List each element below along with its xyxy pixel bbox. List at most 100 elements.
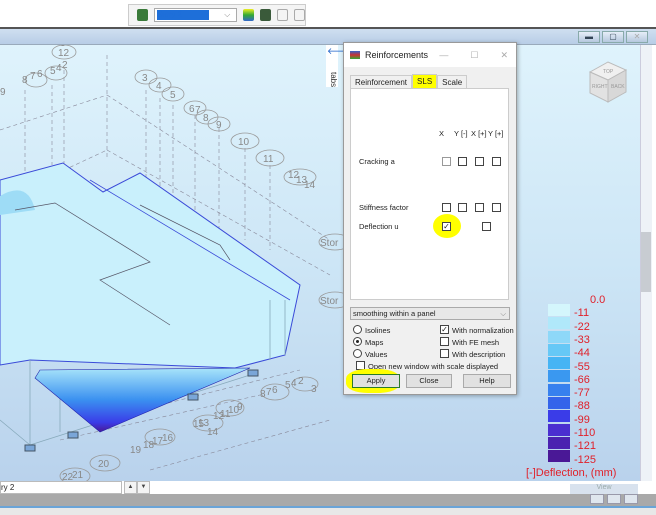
legend-swatch — [548, 436, 570, 449]
story-color-icon[interactable] — [243, 9, 255, 21]
story-select[interactable]: Story 2 ⌵ — [153, 8, 238, 22]
stiffness-y-minus-checkbox[interactable] — [458, 203, 467, 212]
view-cube-right: BACK — [611, 84, 625, 90]
deflection-y-checkbox[interactable] — [482, 222, 491, 231]
view-cube-top: TOP — [603, 69, 614, 75]
apply-button[interactable]: Apply — [352, 374, 400, 388]
radio-label: Isolines — [365, 326, 391, 335]
grid-label: 9 — [237, 402, 243, 413]
cracking-y-plus-checkbox[interactable] — [492, 157, 501, 166]
story-help-icon[interactable] — [260, 9, 271, 21]
legend-swatch — [548, 397, 570, 410]
grid-label: 21 — [72, 470, 84, 481]
stiffness-y-plus-checkbox[interactable] — [492, 203, 501, 212]
display-icon[interactable] — [607, 494, 621, 504]
grid-label: 8 — [22, 75, 28, 86]
legend-swatch — [548, 450, 570, 463]
minimize-button[interactable]: ▬ — [578, 31, 600, 43]
maximize-icon[interactable]: ☐ — [470, 50, 478, 61]
reinforcement-icon — [350, 51, 360, 59]
legend-value: -88 — [574, 400, 590, 413]
isolines-radio[interactable] — [353, 325, 362, 334]
close-dialog-button[interactable]: Close — [406, 374, 452, 388]
reinforcements-dialog: Reinforcements — ☐ ✕ Reinforcement SLS Sca… — [343, 42, 517, 395]
column-header: X [+] — [471, 129, 487, 138]
story-up-icon[interactable] — [293, 9, 305, 21]
grid-label: 5 — [170, 90, 176, 101]
3d-view[interactable]: 3 12 8 7 6 5 4 2 9 3 4 5 6 7 8 9 10 11 1… — [0, 38, 640, 485]
grid-label: 2 — [62, 60, 68, 71]
grid-label: 14 — [304, 180, 316, 191]
dialog-titlebar: Reinforcements — ☐ ✕ — [344, 43, 516, 67]
story-icon[interactable] — [137, 9, 148, 21]
story-down-icon[interactable] — [276, 9, 288, 21]
column-header: Y [+] — [488, 129, 504, 138]
row-label: Cracking a — [359, 157, 395, 166]
grid-label: 7 — [30, 71, 36, 82]
deflection-x-checkbox[interactable]: ✓ — [442, 222, 451, 231]
smoothing-select[interactable]: smoothing within a panel ⌵ — [350, 307, 510, 320]
story-field[interactable]: ry 2 — [0, 481, 122, 494]
maximize-button[interactable]: ▢ — [602, 31, 624, 43]
legend-swatch — [548, 343, 570, 356]
legend-swatch — [548, 357, 570, 370]
legend-value: -121 — [574, 440, 597, 453]
tabs-panel-toggle[interactable]: 🡐 tabs — [326, 45, 351, 87]
values-radio[interactable] — [353, 349, 362, 358]
grid-label: 19 — [130, 445, 142, 456]
help-button[interactable]: Help — [463, 374, 511, 388]
cracking-y-minus-checkbox[interactable] — [458, 157, 467, 166]
row-label: Deflection u — [359, 222, 399, 231]
legend-swatch — [548, 330, 570, 343]
view-button[interactable]: View — [570, 484, 638, 494]
tab-sls[interactable]: SLS — [412, 74, 438, 88]
column-header: X — [439, 129, 445, 138]
story-down-button[interactable]: ▼ — [137, 481, 150, 494]
legend-swatch — [548, 317, 570, 330]
grid-label: 14 — [207, 427, 219, 438]
grid-label: 11 — [263, 154, 274, 165]
legend-value: 0.0 — [590, 294, 606, 306]
legend-value: -125 — [574, 453, 597, 466]
normalization-checkbox[interactable]: ✓ — [440, 325, 449, 334]
structure-view-icon[interactable] — [590, 494, 604, 504]
legend-value: -77 — [574, 387, 590, 400]
grid-label: 7 — [195, 105, 201, 116]
view-window-titlebar — [0, 29, 656, 45]
grid-label: 3 — [311, 384, 317, 395]
fe-mesh-checkbox[interactable] — [440, 337, 449, 346]
legend-swatch — [548, 304, 570, 316]
story-up-button[interactable]: ▲ — [124, 481, 137, 494]
grid-label: Stor — [320, 296, 339, 307]
tab-scale[interactable]: Scale — [437, 75, 468, 89]
cracking-x-plus-checkbox[interactable] — [475, 157, 484, 166]
stiffness-x-checkbox[interactable] — [442, 203, 451, 212]
view-cube[interactable]: TOP RIGHT BACK — [588, 61, 628, 103]
structure-model: 3 12 8 7 6 5 4 2 9 3 4 5 6 7 8 9 10 11 1… — [0, 38, 628, 485]
maps-radio[interactable] — [353, 337, 362, 346]
scrollbar-thumb[interactable] — [641, 232, 651, 292]
legend-swatch — [548, 423, 570, 436]
row-label: Stiffness factor — [359, 203, 409, 212]
tab-reinforcement[interactable]: Reinforcement — [350, 75, 413, 89]
stiffness-x-plus-checkbox[interactable] — [475, 203, 484, 212]
minimize-icon[interactable]: — — [439, 50, 448, 61]
close-icon[interactable]: ✕ — [500, 50, 508, 61]
legend-title: [-]Deflection, (mm) — [526, 467, 617, 479]
view-cube-left: RIGHT — [592, 84, 608, 90]
chevron-down-icon: ⌵ — [500, 309, 506, 318]
story-toolbar: Story 2 ⌵ — [128, 4, 306, 26]
grid-label: 2 — [298, 376, 304, 387]
legend-swatch — [548, 410, 570, 423]
description-checkbox[interactable] — [440, 349, 449, 358]
eye-icon[interactable] — [624, 494, 638, 504]
close-button[interactable]: ✕ — [626, 31, 648, 43]
sls-panel: X Y [-] X [+] Y [+] Cracking a Stiffness… — [350, 88, 509, 300]
legend-swatch — [548, 383, 570, 396]
legend-value: -55 — [574, 360, 590, 373]
legend-value: -33 — [574, 333, 590, 346]
legend-swatch — [548, 370, 570, 383]
cracking-x-checkbox[interactable] — [442, 157, 451, 166]
legend-value: -22 — [574, 320, 590, 333]
legend-value: -44 — [574, 347, 590, 360]
